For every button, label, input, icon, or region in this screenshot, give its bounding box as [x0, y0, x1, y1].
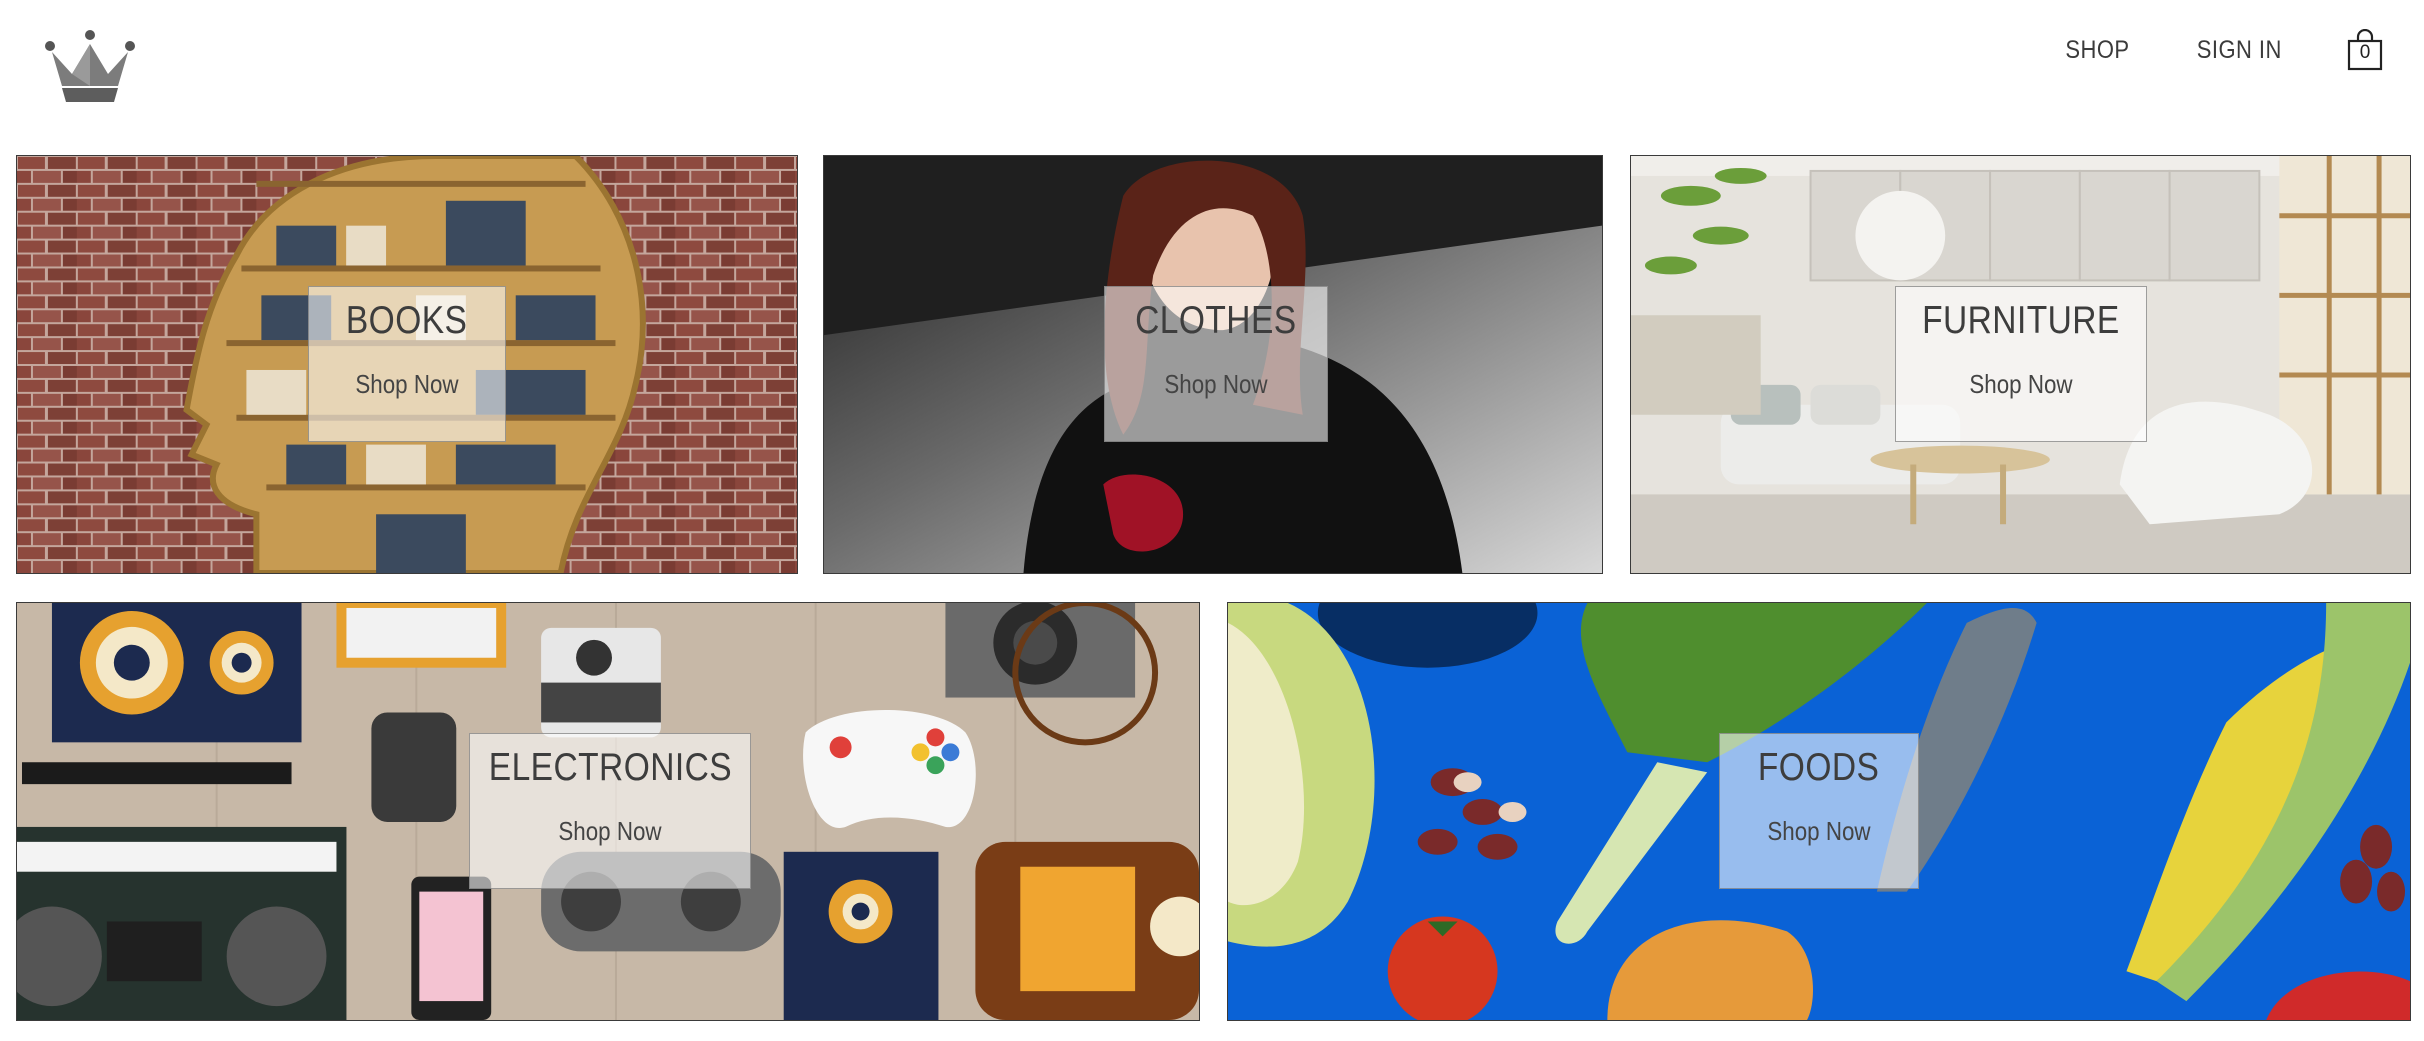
shop-now-link[interactable]: Shop Now: [355, 369, 458, 400]
category-title: CLOTHES: [1135, 299, 1297, 342]
shop-now-link[interactable]: Shop Now: [1767, 816, 1870, 847]
shop-now-link[interactable]: Shop Now: [1969, 369, 2072, 400]
category-tile-furniture[interactable]: FURNITURE Shop Now: [1630, 155, 2411, 574]
category-title: ELECTRONICS: [488, 746, 732, 789]
sign-in-link[interactable]: SIGN IN: [2197, 36, 2282, 65]
shop-now-link[interactable]: Shop Now: [1164, 369, 1267, 400]
category-title: FOODS: [1758, 746, 1880, 789]
crown-logo[interactable]: [44, 30, 136, 104]
shop-link[interactable]: SHOP: [2065, 36, 2129, 65]
cart-count: 0: [2359, 42, 2371, 63]
category-label-box[interactable]: FURNITURE Shop Now: [1895, 286, 2147, 442]
crown-icon: [45, 30, 135, 102]
main-nav: SHOP SIGN IN 0: [2061, 29, 2384, 71]
category-label-box[interactable]: BOOKS Shop Now: [308, 286, 506, 442]
category-tile-foods[interactable]: FOODS Shop Now: [1227, 602, 2411, 1021]
category-label-box[interactable]: ELECTRONICS Shop Now: [469, 733, 751, 889]
category-tile-books[interactable]: BOOKS Shop Now: [16, 155, 798, 574]
category-title: BOOKS: [346, 299, 468, 342]
cart-button[interactable]: 0: [2346, 29, 2384, 71]
shop-now-link[interactable]: Shop Now: [558, 816, 661, 847]
category-tile-clothes[interactable]: CLOTHES Shop Now: [823, 155, 1603, 574]
category-label-box[interactable]: CLOTHES Shop Now: [1104, 286, 1328, 442]
category-title: FURNITURE: [1922, 299, 2120, 342]
category-tile-electronics[interactable]: ELECTRONICS Shop Now: [16, 602, 1200, 1021]
category-label-box[interactable]: FOODS Shop Now: [1719, 733, 1919, 889]
